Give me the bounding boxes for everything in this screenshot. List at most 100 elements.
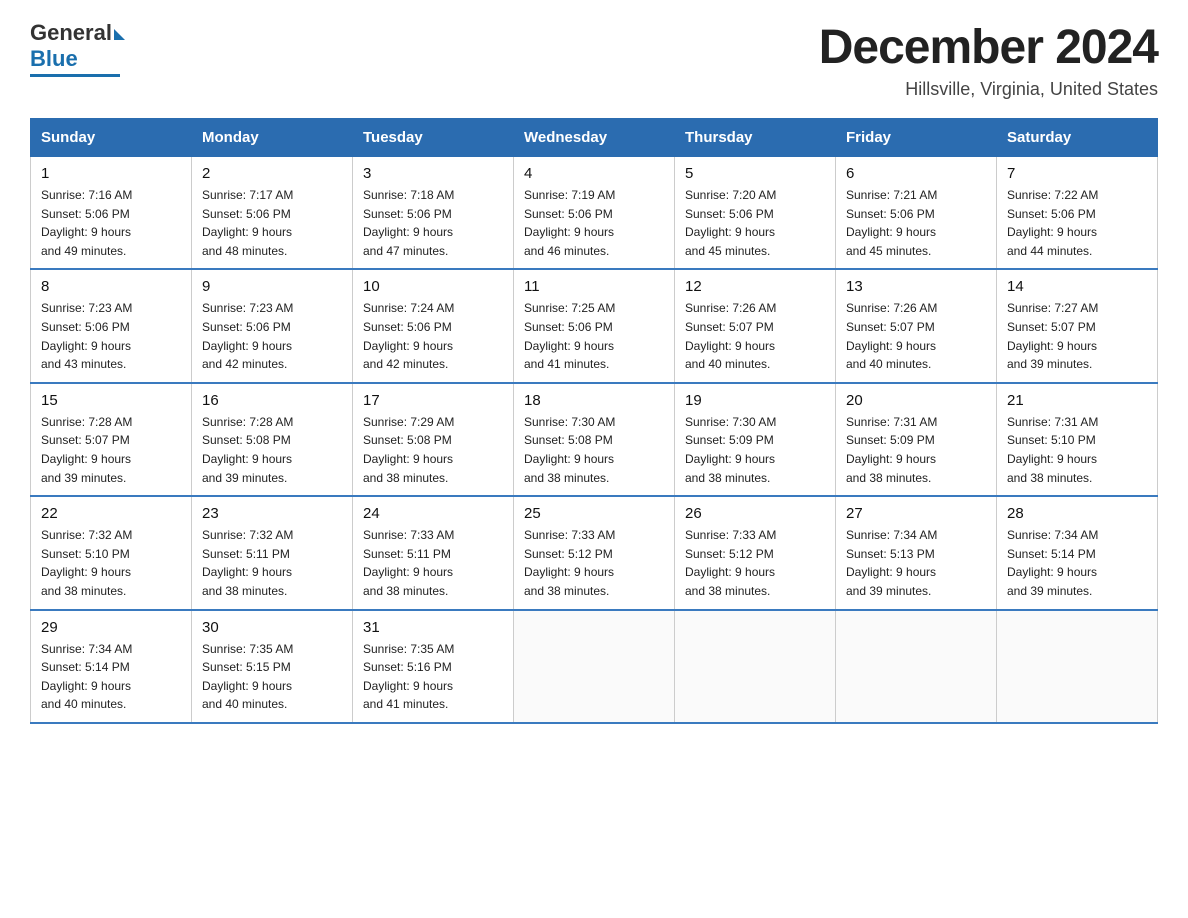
logo-general-text: General [30, 20, 112, 46]
day-number: 1 [41, 165, 181, 182]
calendar-day-cell: 18Sunrise: 7:30 AMSunset: 5:08 PMDayligh… [514, 383, 675, 496]
calendar-day-cell: 20 Sunrise: 7:31 AMSunset: 5:09 PMDayligh… [836, 383, 997, 496]
calendar-week-row: 15 Sunrise: 7:28 AMSunset: 5:07 PMDayligh… [31, 383, 1158, 496]
calendar-week-row: 8 Sunrise: 7:23 AMSunset: 5:06 PMDaylight… [31, 269, 1158, 382]
day-sun-info: Sunrise: 7:34 AMSunset: 5:14 PMDaylight:… [1007, 526, 1147, 600]
day-sun-info: Sunrise: 7:19 AMSunset: 5:06 PMDaylight:… [524, 186, 664, 260]
calendar-day-cell: 8 Sunrise: 7:23 AMSunset: 5:06 PMDaylight… [31, 269, 192, 382]
calendar-day-cell: 28Sunrise: 7:34 AMSunset: 5:14 PMDayligh… [997, 496, 1158, 609]
day-number: 8 [41, 278, 181, 295]
day-number: 20 [846, 392, 986, 409]
day-sun-info: Sunrise: 7:34 AMSunset: 5:13 PMDaylight:… [846, 526, 986, 600]
day-number: 31 [363, 619, 503, 636]
day-number: 23 [202, 505, 342, 522]
calendar-day-cell: 29 Sunrise: 7:34 AMSunset: 5:14 PMDayligh… [31, 610, 192, 723]
location-subtitle: Hillsville, Virginia, United States [819, 79, 1158, 100]
day-number: 9 [202, 278, 342, 295]
day-sun-info: Sunrise: 7:32 AMSunset: 5:10 PMDaylight:… [41, 526, 181, 600]
calendar-day-cell: 24Sunrise: 7:33 AMSunset: 5:11 PMDayligh… [353, 496, 514, 609]
day-sun-info: Sunrise: 7:23 AMSunset: 5:06 PMDaylight:… [41, 299, 181, 373]
day-number: 29 [41, 619, 181, 636]
day-of-week-header: Wednesday [514, 119, 675, 157]
month-title: December 2024 [819, 20, 1158, 75]
calendar-day-cell [836, 610, 997, 723]
day-sun-info: Sunrise: 7:33 AMSunset: 5:12 PMDaylight:… [524, 526, 664, 600]
calendar-day-cell: 5Sunrise: 7:20 AMSunset: 5:06 PMDaylight… [675, 157, 836, 270]
calendar-day-cell: 9Sunrise: 7:23 AMSunset: 5:06 PMDaylight… [192, 269, 353, 382]
calendar-week-row: 1 Sunrise: 7:16 AMSunset: 5:06 PMDaylight… [31, 157, 1158, 270]
calendar-week-row: 29 Sunrise: 7:34 AMSunset: 5:14 PMDayligh… [31, 610, 1158, 723]
day-number: 2 [202, 165, 342, 182]
day-of-week-header: Monday [192, 119, 353, 157]
day-number: 27 [846, 505, 986, 522]
day-sun-info: Sunrise: 7:24 AMSunset: 5:06 PMDaylight:… [363, 299, 503, 373]
day-sun-info: Sunrise: 7:33 AMSunset: 5:11 PMDaylight:… [363, 526, 503, 600]
calendar-day-cell: 10 Sunrise: 7:24 AMSunset: 5:06 PMDayligh… [353, 269, 514, 382]
day-sun-info: Sunrise: 7:25 AMSunset: 5:06 PMDaylight:… [524, 299, 664, 373]
calendar-day-cell: 15 Sunrise: 7:28 AMSunset: 5:07 PMDayligh… [31, 383, 192, 496]
title-block: December 2024 Hillsville, Virginia, Unit… [819, 20, 1158, 100]
day-number: 21 [1007, 392, 1147, 409]
day-number: 4 [524, 165, 664, 182]
calendar-week-row: 22 Sunrise: 7:32 AMSunset: 5:10 PMDayligh… [31, 496, 1158, 609]
day-sun-info: Sunrise: 7:31 AMSunset: 5:09 PMDaylight:… [846, 413, 986, 487]
day-number: 14 [1007, 278, 1147, 295]
day-number: 22 [41, 505, 181, 522]
day-sun-info: Sunrise: 7:26 AMSunset: 5:07 PMDaylight:… [846, 299, 986, 373]
day-sun-info: Sunrise: 7:30 AMSunset: 5:08 PMDaylight:… [524, 413, 664, 487]
day-of-week-header: Friday [836, 119, 997, 157]
calendar-day-cell [675, 610, 836, 723]
day-number: 15 [41, 392, 181, 409]
day-sun-info: Sunrise: 7:26 AMSunset: 5:07 PMDaylight:… [685, 299, 825, 373]
day-number: 30 [202, 619, 342, 636]
calendar-day-cell: 11 Sunrise: 7:25 AMSunset: 5:06 PMDayligh… [514, 269, 675, 382]
day-sun-info: Sunrise: 7:34 AMSunset: 5:14 PMDaylight:… [41, 640, 181, 714]
logo-underline [30, 74, 120, 77]
day-sun-info: Sunrise: 7:18 AMSunset: 5:06 PMDaylight:… [363, 186, 503, 260]
day-sun-info: Sunrise: 7:28 AMSunset: 5:08 PMDaylight:… [202, 413, 342, 487]
day-of-week-header: Sunday [31, 119, 192, 157]
calendar-day-cell: 12 Sunrise: 7:26 AMSunset: 5:07 PMDayligh… [675, 269, 836, 382]
calendar-day-cell: 16 Sunrise: 7:28 AMSunset: 5:08 PMDayligh… [192, 383, 353, 496]
calendar-day-cell: 13Sunrise: 7:26 AMSunset: 5:07 PMDayligh… [836, 269, 997, 382]
calendar-day-cell: 7 Sunrise: 7:22 AMSunset: 5:06 PMDaylight… [997, 157, 1158, 270]
calendar-day-cell: 27 Sunrise: 7:34 AMSunset: 5:13 PMDayligh… [836, 496, 997, 609]
day-number: 17 [363, 392, 503, 409]
day-number: 16 [202, 392, 342, 409]
calendar-day-cell: 22 Sunrise: 7:32 AMSunset: 5:10 PMDayligh… [31, 496, 192, 609]
calendar-day-cell: 21 Sunrise: 7:31 AMSunset: 5:10 PMDayligh… [997, 383, 1158, 496]
day-sun-info: Sunrise: 7:31 AMSunset: 5:10 PMDaylight:… [1007, 413, 1147, 487]
calendar-day-cell: 26Sunrise: 7:33 AMSunset: 5:12 PMDayligh… [675, 496, 836, 609]
calendar-day-cell [997, 610, 1158, 723]
day-sun-info: Sunrise: 7:20 AMSunset: 5:06 PMDaylight:… [685, 186, 825, 260]
day-number: 7 [1007, 165, 1147, 182]
calendar-day-cell: 19Sunrise: 7:30 AMSunset: 5:09 PMDayligh… [675, 383, 836, 496]
logo-blue-text: Blue [30, 46, 78, 72]
day-number: 10 [363, 278, 503, 295]
day-sun-info: Sunrise: 7:22 AMSunset: 5:06 PMDaylight:… [1007, 186, 1147, 260]
day-number: 19 [685, 392, 825, 409]
page-header: General Blue December 2024 Hillsville, V… [30, 20, 1158, 100]
day-sun-info: Sunrise: 7:17 AMSunset: 5:06 PMDaylight:… [202, 186, 342, 260]
day-number: 3 [363, 165, 503, 182]
calendar-day-cell: 4 Sunrise: 7:19 AMSunset: 5:06 PMDaylight… [514, 157, 675, 270]
calendar-day-cell: 23Sunrise: 7:32 AMSunset: 5:11 PMDayligh… [192, 496, 353, 609]
calendar-day-cell: 2 Sunrise: 7:17 AMSunset: 5:06 PMDaylight… [192, 157, 353, 270]
day-number: 25 [524, 505, 664, 522]
day-number: 26 [685, 505, 825, 522]
day-sun-info: Sunrise: 7:28 AMSunset: 5:07 PMDaylight:… [41, 413, 181, 487]
day-sun-info: Sunrise: 7:29 AMSunset: 5:08 PMDaylight:… [363, 413, 503, 487]
calendar-day-cell [514, 610, 675, 723]
logo-arrow-icon [114, 29, 125, 40]
day-number: 11 [524, 278, 664, 295]
day-sun-info: Sunrise: 7:16 AMSunset: 5:06 PMDaylight:… [41, 186, 181, 260]
day-number: 12 [685, 278, 825, 295]
day-number: 6 [846, 165, 986, 182]
calendar-day-cell: 3 Sunrise: 7:18 AMSunset: 5:06 PMDaylight… [353, 157, 514, 270]
day-of-week-header: Thursday [675, 119, 836, 157]
calendar-day-cell: 31Sunrise: 7:35 AMSunset: 5:16 PMDayligh… [353, 610, 514, 723]
day-sun-info: Sunrise: 7:35 AMSunset: 5:15 PMDaylight:… [202, 640, 342, 714]
calendar-day-cell: 17 Sunrise: 7:29 AMSunset: 5:08 PMDayligh… [353, 383, 514, 496]
day-of-week-header: Tuesday [353, 119, 514, 157]
calendar-table: SundayMondayTuesdayWednesdayThursdayFrid… [30, 118, 1158, 724]
